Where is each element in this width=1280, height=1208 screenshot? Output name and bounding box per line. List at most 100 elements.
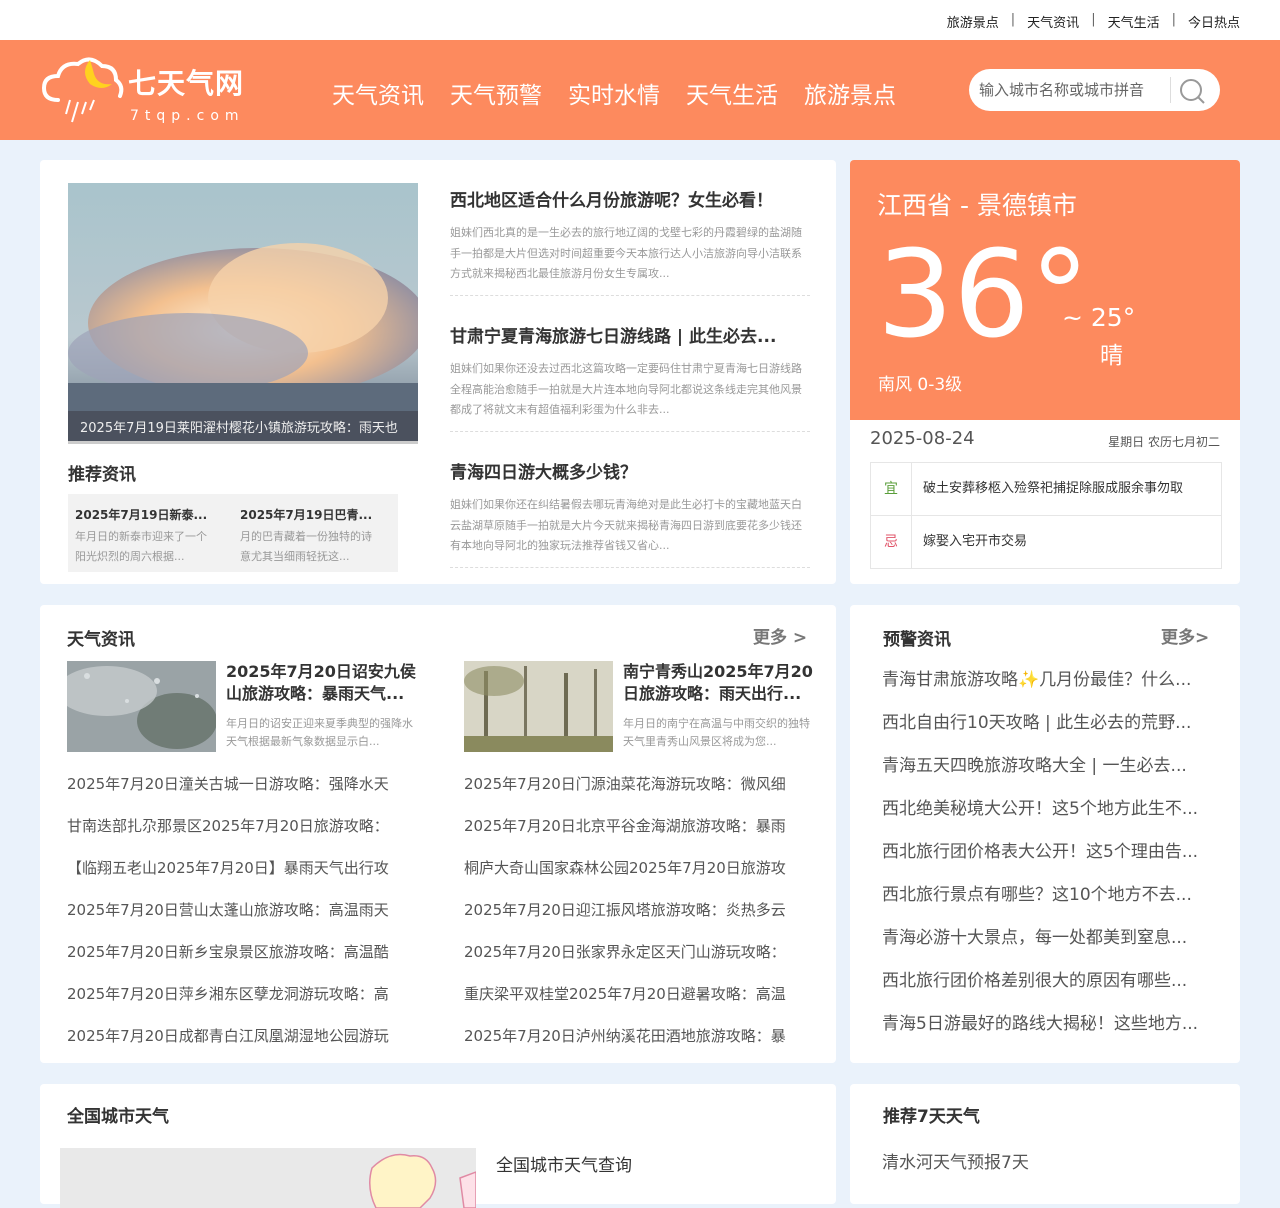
almanac-good-text: 破土安葬移柩入殓祭祀捕捉除服成服余事勿取 <box>923 481 1184 496</box>
warning-list-item[interactable]: 西北绝美秘境大公开！这5个地方此生不... <box>882 797 1217 840</box>
nav-item-news[interactable]: 天气资讯 <box>332 76 424 110</box>
search-input[interactable] <box>979 79 1164 101</box>
article-desc: 姐妹们如果你还没去过西北这篇攻略一定要码住甘肃宁夏青海七日游线路全程高能治愈随手… <box>450 362 802 416</box>
top-link-life[interactable]: 天气生活 <box>1108 12 1160 31</box>
weather-weekday-lunar: 星期日 农历七月初二 <box>1108 435 1220 449</box>
site-logo[interactable]: 七天气网 7tqp.com <box>40 50 260 130</box>
top-bar: 旅游景点 | 天气资讯 | 天气生活 | 今日热点 <box>0 0 1280 40</box>
recommend-title: 推荐资讯 <box>68 465 136 485</box>
separator: | <box>1171 12 1176 27</box>
warning-list-item[interactable]: 青海必游十大景点，每一处都美到窒息... <box>882 926 1217 969</box>
news-list-item[interactable]: 2025年7月20日泸州纳溪花田酒地旅游攻略：暴 <box>464 1025 809 1067</box>
news-list-item[interactable]: 2025年7月20日北京平谷金海湖旅游攻略：暴雨 <box>464 815 809 857</box>
article-title: 西北地区适合什么月份旅游呢？女生必看！ <box>450 191 773 211</box>
top-link-hot[interactable]: 今日热点 <box>1188 12 1240 31</box>
warning-list-item[interactable]: 西北自由行10天攻略 | 此生必去的荒野... <box>882 711 1217 754</box>
hero-caption[interactable]: 2025年7月19日莱阳濯村樱花小镇旅游玩攻略：雨天也 <box>68 411 418 441</box>
recommend-item[interactable]: 2025年7月19日巴青... 月的巴青藏着一份独特的诗意尤其当细雨轻抚这... <box>240 506 380 567</box>
nav-item-water[interactable]: 实时水情 <box>568 76 660 110</box>
news-list-item[interactable]: 2025年7月20日门源油菜花海游玩攻略：微风细 <box>464 773 809 815</box>
hero-image[interactable]: 2025年7月19日莱阳濯村樱花小镇旅游玩攻略：雨天也 <box>68 183 418 441</box>
weather-low-temp: ~ 25° <box>1062 303 1136 332</box>
article-divider <box>450 430 810 432</box>
seven-day-first-item[interactable]: 清水河天气预报7天 <box>882 1148 1029 1173</box>
article-title: 甘肃宁夏青海旅游七日游线路 | 此生必去... <box>450 327 777 347</box>
news-list-item[interactable]: 2025年7月20日新乡宝泉景区旅游攻略：高温酷 <box>67 941 412 983</box>
news-list-left: 2025年7月20日潼关古城一日游攻略：强降水天 甘南迭部扎尕那景区2025年7… <box>67 773 412 1067</box>
recommend-item[interactable]: 2025年7月19日新泰... 年月日的新泰市迎来了一个阳光炽烈的周六根据... <box>75 506 215 567</box>
warning-list-item[interactable]: 西北旅行景点有哪些？这10个地方不去... <box>882 883 1217 926</box>
separator: | <box>1091 12 1096 27</box>
warning-list-item[interactable]: 青海甘肃旅游攻略✨几月份最佳？什么... <box>882 668 1217 711</box>
weather-news-panel: 天气资讯 更多 > 2025年7月20日诏安九侯山旅游攻略：暴雨天气... 年月… <box>40 605 836 1063</box>
news-list-item[interactable]: 2025年7月20日潼关古城一日游攻略：强降水天 <box>67 773 412 815</box>
top-link-news[interactable]: 天气资讯 <box>1027 12 1079 31</box>
search-icon[interactable] <box>1179 78 1205 104</box>
nav-item-warning[interactable]: 天气预警 <box>450 76 542 110</box>
news-list-item[interactable]: 2025年7月20日萍乡湘东区孽龙洞游玩攻略：高 <box>67 983 412 1025</box>
almanac-table: 宜 破土安葬移柩入殓祭祀捕捉除服成服余事勿取 忌 嫁娶入宅开市交易 <box>870 462 1222 569</box>
weather-news-more-link[interactable]: 更多 > <box>753 623 807 648</box>
weather-card: 江西省 - 景德镇市 36° ~ 25° 晴 南风 0-3级 <box>850 160 1240 420</box>
article-divider <box>450 294 810 296</box>
almanac-bad-label: 忌 <box>871 516 912 569</box>
article-item[interactable]: 西北地区适合什么月份旅游呢？女生必看！ 姐妹们西北真的是一生必去的旅行地辽阔的戈… <box>450 186 810 296</box>
news-featured-title[interactable]: 南宁青秀山2025年7月20日旅游攻略：雨天出行... <box>623 661 813 705</box>
forest-photo <box>464 661 613 752</box>
almanac-good-row: 宜 破土安葬移柩入殓祭祀捕捉除服成服余事勿取 <box>871 463 1221 516</box>
weather-news-title: 天气资讯 <box>67 630 135 650</box>
article-item[interactable]: 青海四日游大概多少钱？ 姐妹们如果你还在纠结暑假去哪玩青海绝对是此生必打卡的宝藏… <box>450 458 810 568</box>
nav-item-travel[interactable]: 旅游景点 <box>804 76 896 110</box>
weather-city[interactable]: 江西省 - 景德镇市 <box>877 186 1077 222</box>
weather-condition: 晴 <box>1100 343 1123 369</box>
recommend-item-desc: 月的巴青藏着一份独特的诗意尤其当细雨轻抚这... <box>240 530 372 563</box>
warning-list-item[interactable]: 西北旅行团价格表大公开！这5个理由告... <box>882 840 1217 883</box>
weather-high-temp: 36° <box>877 226 1090 365</box>
recommend-item-desc: 年月日的新泰市迎来了一个阳光炽烈的周六根据... <box>75 530 207 563</box>
article-item[interactable]: 甘肃宁夏青海旅游七日游线路 | 此生必去... 姐妹们如果你还没去过西北这篇攻略… <box>450 322 810 432</box>
map-graphic <box>60 1148 476 1208</box>
warning-list-item[interactable]: 青海5日游最好的路线大揭秘！这些地方... <box>882 1012 1217 1055</box>
news-list-item[interactable]: 甘南迭部扎尕那景区2025年7月20日旅游攻略： <box>67 815 412 857</box>
nav-item-life[interactable]: 天气生活 <box>686 76 778 110</box>
search-divider <box>1170 77 1171 103</box>
top-link-travel[interactable]: 旅游景点 <box>947 12 999 31</box>
warning-more-link[interactable]: 更多> <box>1161 623 1209 648</box>
national-weather-title: 全国城市天气 <box>67 1107 169 1127</box>
national-weather-query[interactable]: 全国城市天气查询 <box>496 1151 632 1176</box>
news-featured-title[interactable]: 2025年7月20日诏安九侯山旅游攻略：暴雨天气... <box>226 661 416 705</box>
news-list-item[interactable]: 2025年7月20日张家界永定区天门山游玩攻略： <box>464 941 809 983</box>
news-thumb-forest[interactable] <box>464 661 613 752</box>
seven-day-panel: 推荐7天天气 清水河天气预报7天 <box>850 1084 1240 1204</box>
news-list-item[interactable]: 【临翔五老山2025年7月20日】暴雨天气出行攻 <box>67 857 412 899</box>
separator: | <box>1010 12 1016 27</box>
news-list-item[interactable]: 2025年7月20日营山太蓬山旅游攻略：高温雨天 <box>67 899 412 941</box>
rain-window-photo <box>67 661 216 752</box>
seven-day-title: 推荐7天天气 <box>883 1107 980 1127</box>
article-desc: 姐妹们西北真的是一生必去的旅行地辽阔的戈壁七彩的丹霞碧绿的盐湖随手一拍都是大片但… <box>450 226 802 280</box>
warning-list-item[interactable]: 青海五天四晚旅游攻略大全 | 一生必去... <box>882 754 1217 797</box>
main-nav: 天气资讯 天气预警 实时水情 天气生活 旅游景点 <box>332 76 922 110</box>
article-title: 青海四日游大概多少钱？ <box>450 463 637 483</box>
weather-date: 2025-08-24 <box>870 428 975 449</box>
news-featured-desc: 年月日的南宁在高温与中雨交织的独特天气里青秀山风景区将成为您... <box>623 717 810 748</box>
recommend-list: 2025年7月19日新泰... 年月日的新泰市迎来了一个阳光炽烈的周六根据...… <box>68 494 398 572</box>
hero-divider <box>68 441 418 444</box>
top-links: 旅游景点 | 天气资讯 | 天气生活 | 今日热点 <box>947 12 1240 31</box>
news-featured-desc: 年月日的诏安正迎来夏季典型的强降水天气根据最新气象数据显示白... <box>226 717 413 748</box>
news-list-item[interactable]: 2025年7月20日成都青白江凤凰湖湿地公园游玩 <box>67 1025 412 1067</box>
warning-list-item[interactable]: 西北旅行团价格差别很大的原因有哪些... <box>882 969 1217 1012</box>
news-list-item[interactable]: 重庆梁平双桂堂2025年7月20日避暑攻略：高温 <box>464 983 809 1025</box>
recommend-item-title: 2025年7月19日新泰... <box>75 508 208 522</box>
recommend-item-title: 2025年7月19日巴青... <box>240 508 373 522</box>
weather-wind: 南风 0-3级 <box>878 375 963 395</box>
china-map[interactable] <box>60 1148 476 1208</box>
almanac-bad-text: 嫁娶入宅开市交易 <box>923 534 1028 549</box>
cloud-moon-icon <box>41 57 124 123</box>
logo-domain: 7tqp.com <box>130 108 245 124</box>
news-thumb-rain[interactable] <box>67 661 216 752</box>
featured-panel: 2025年7月19日莱阳濯村樱花小镇旅游玩攻略：雨天也 推荐资讯 2025年7月… <box>40 160 836 584</box>
news-list-item[interactable]: 2025年7月20日迎江振风塔旅游攻略：炎热多云 <box>464 899 809 941</box>
warning-list: 青海甘肃旅游攻略✨几月份最佳？什么... 西北自由行10天攻略 | 此生必去的荒… <box>882 668 1217 1055</box>
news-list-item[interactable]: 桐庐大奇山国家森林公园2025年7月20日旅游攻 <box>464 857 809 899</box>
